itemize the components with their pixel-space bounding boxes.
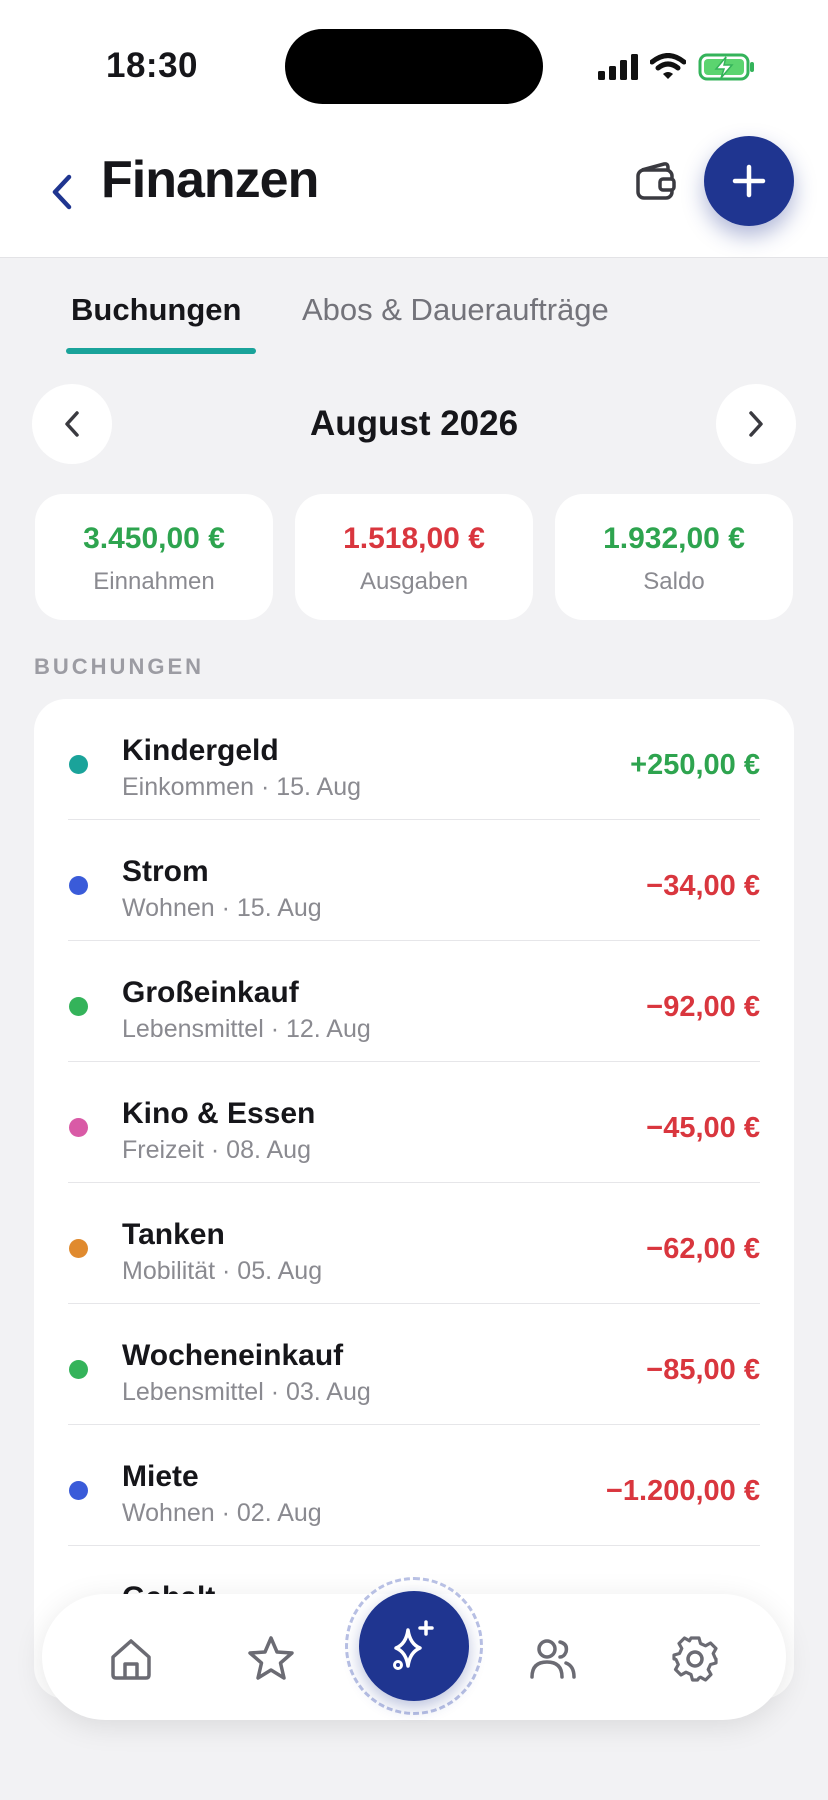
transaction-amount: −45,00 €	[646, 1112, 760, 1144]
wallet-button[interactable]	[634, 160, 678, 204]
list-item[interactable]: Tanken Mobilität · 05. Aug −62,00 €	[34, 1183, 794, 1304]
transaction-meta: Wohnen · 02. Aug	[122, 1499, 322, 1527]
balance-amount: 1.932,00 €	[603, 522, 745, 555]
list-item[interactable]: Miete Wohnen · 02. Aug −1.200,00 €	[34, 1425, 794, 1546]
list-item[interactable]: Großeinkauf Lebensmittel · 12. Aug −92,0…	[34, 941, 794, 1062]
tab-favorites[interactable]	[246, 1634, 296, 1684]
transaction-name: Großeinkauf	[122, 976, 299, 1009]
balance-card: 1.932,00 € Saldo	[555, 494, 793, 620]
transaction-meta: Wohnen · 15. Aug	[122, 894, 322, 922]
add-button[interactable]	[704, 136, 794, 226]
assistant-button[interactable]	[359, 1591, 469, 1701]
tab-settings[interactable]	[670, 1634, 720, 1684]
status-time: 18:30	[106, 46, 199, 85]
active-tab-indicator	[66, 348, 256, 354]
plus-icon	[732, 164, 766, 198]
users-icon	[530, 1639, 576, 1679]
tab-abos[interactable]: Abos & Daueraufträge	[302, 292, 609, 328]
status-bar: 18:30	[0, 0, 828, 120]
settings-icon	[672, 1636, 718, 1682]
dynamic-island	[285, 29, 543, 104]
balance-label: Saldo	[643, 568, 705, 595]
expenses-label: Ausgaben	[359, 568, 469, 595]
list-item[interactable]: Kindergeld Einkommen · 15. Aug +250,00 €	[34, 699, 794, 820]
income-amount: 3.450,00 €	[83, 522, 225, 555]
income-card: 3.450,00 € Einnahmen	[35, 494, 273, 620]
transaction-meta: Lebensmittel · 12. Aug	[122, 1015, 371, 1043]
transaction-amount: −34,00 €	[646, 870, 760, 902]
category-dot	[69, 755, 88, 774]
category-dot	[69, 1239, 88, 1258]
transaction-meta: Freizeit · 08. Aug	[122, 1136, 311, 1164]
transaction-amount: −92,00 €	[646, 991, 760, 1023]
transaction-meta: Einkommen · 15. Aug	[122, 773, 362, 801]
page-title: Finanzen	[101, 151, 319, 209]
list-item[interactable]: Strom Wohnen · 15. Aug −34,00 €	[34, 820, 794, 941]
transaction-list: Kindergeld Einkommen · 15. Aug +250,00 €…	[34, 699, 794, 1699]
chevron-right-icon	[749, 411, 763, 437]
category-dot	[69, 1360, 88, 1379]
wallet-icon	[636, 162, 676, 200]
transaction-meta: Mobilität · 05. Aug	[122, 1257, 323, 1285]
sparkles-icon	[393, 1620, 434, 1670]
transaction-meta: Lebensmittel · 03. Aug	[122, 1378, 371, 1406]
next-month-button[interactable]	[716, 384, 796, 464]
category-dot	[69, 1118, 88, 1137]
category-dot	[69, 876, 88, 895]
tab-people[interactable]	[528, 1634, 578, 1684]
transaction-name: Kino & Essen	[122, 1097, 316, 1130]
home-icon	[111, 1639, 151, 1680]
list-item[interactable]: Kino & Essen Freizeit · 08. Aug −45,00 €	[34, 1062, 794, 1183]
transaction-amount: −85,00 €	[646, 1354, 760, 1386]
section-title: BUCHUNGEN	[34, 654, 204, 679]
status-icons	[598, 50, 756, 84]
expenses-card: 1.518,00 € Ausgaben	[295, 494, 533, 620]
month-label: August 2026	[309, 404, 519, 443]
category-dot	[69, 997, 88, 1016]
transaction-name: Wocheneinkauf	[122, 1339, 344, 1372]
expenses-amount: 1.518,00 €	[343, 522, 485, 555]
transaction-name: Miete	[122, 1460, 199, 1493]
list-item[interactable]: Wocheneinkauf Lebensmittel · 03. Aug −85…	[34, 1304, 794, 1425]
transaction-name: Strom	[122, 855, 209, 888]
tab-buchungen[interactable]: Buchungen	[71, 292, 242, 328]
wifi-icon	[650, 53, 686, 79]
battery-charging-icon	[698, 53, 754, 81]
back-chevron-icon	[52, 174, 72, 210]
transaction-name: Tanken	[122, 1218, 225, 1251]
back-button[interactable]	[42, 162, 82, 222]
app-header: Finanzen	[0, 120, 828, 258]
category-dot	[69, 1481, 88, 1500]
transaction-amount: −1.200,00 €	[605, 1475, 760, 1507]
signal-icon	[598, 54, 638, 80]
star-icon	[248, 1636, 294, 1680]
transaction-name: Kindergeld	[122, 734, 279, 767]
income-label: Einnahmen	[93, 568, 215, 595]
transaction-amount: +250,00 €	[630, 749, 760, 781]
tab-home[interactable]	[106, 1634, 156, 1684]
transaction-amount: −62,00 €	[646, 1233, 760, 1265]
